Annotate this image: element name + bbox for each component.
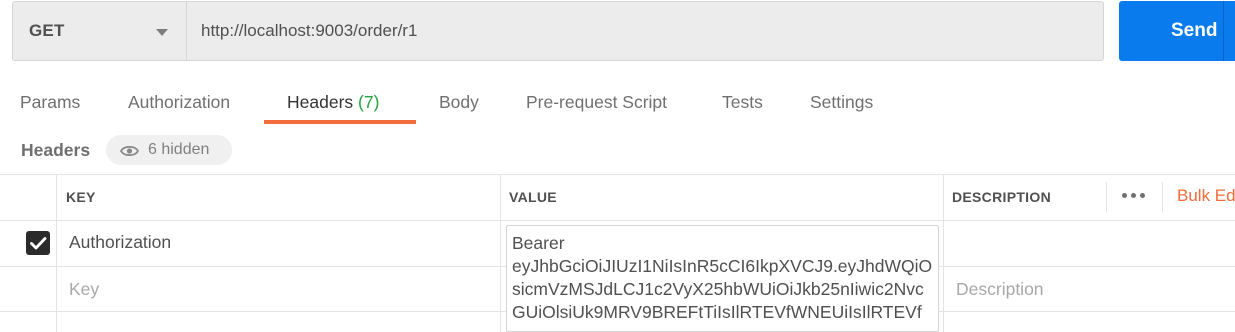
header-value-line: GUiOlsiUk9MRV9BREFtTiIsIlRTEVfWNEUiIsIlR…	[512, 302, 922, 322]
column-header-key: KEY	[66, 189, 96, 205]
column-header-value: VALUE	[509, 189, 557, 205]
table-column-divider	[56, 174, 57, 332]
hidden-headers-toggle[interactable]: 6 hidden	[106, 135, 232, 165]
tab-body[interactable]: Body	[439, 92, 479, 113]
request-tabs: Params Authorization Headers (7) Body Pr…	[0, 78, 1235, 126]
url-text: http://localhost:9003/order/r1	[201, 21, 418, 40]
column-header-description: DESCRIPTION	[952, 189, 1051, 205]
send-dropdown-divider	[1223, 1, 1224, 61]
url-input[interactable]: http://localhost:9003/order/r1	[186, 1, 1104, 61]
method-select[interactable]: GET	[12, 1, 186, 61]
active-tab-indicator	[264, 120, 416, 124]
headers-table: KEY VALUE DESCRIPTION Bulk Ed Authorizat…	[0, 174, 1235, 332]
table-column-divider	[500, 174, 501, 332]
tab-headers-label: Headers	[287, 92, 354, 112]
tab-settings[interactable]: Settings	[810, 92, 873, 113]
bulk-edit-link[interactable]: Bulk Ed	[1177, 186, 1235, 206]
header-value-line: sicmVzMSJdLCJ1c2VyX25hbWUiOiJkb25nIiwic2…	[512, 279, 924, 299]
more-options-icon[interactable]	[1122, 193, 1146, 199]
new-description-input[interactable]: Description	[956, 279, 1044, 300]
tab-tests[interactable]: Tests	[722, 92, 763, 113]
table-column-divider	[943, 174, 944, 332]
header-value-line: Bearer	[512, 233, 565, 253]
row-enabled-checkbox[interactable]	[26, 231, 50, 255]
new-key-input[interactable]: Key	[69, 279, 99, 300]
table-header-border	[0, 220, 1235, 221]
request-bar: GET http://localhost:9003/order/r1	[12, 1, 1104, 61]
hidden-headers-label: 6 hidden	[148, 141, 210, 158]
eye-icon	[119, 144, 140, 157]
tab-pre-request-script[interactable]: Pre-request Script	[526, 92, 667, 113]
send-button[interactable]: Send	[1119, 1, 1235, 61]
tab-params[interactable]: Params	[20, 92, 80, 113]
headers-section-title: Headers	[21, 140, 91, 160]
header-key-cell[interactable]: Authorization	[69, 232, 171, 253]
checkmark-icon	[30, 237, 47, 250]
table-header-divider	[1106, 182, 1107, 212]
header-value-cell[interactable]: Bearer eyJhbGciOiJIUzI1NiIsInR5cCI6IkpXV…	[506, 225, 939, 332]
tab-headers-count: (7)	[358, 92, 380, 112]
method-label: GET	[29, 21, 65, 40]
send-label: Send	[1171, 20, 1218, 41]
tab-authorization[interactable]: Authorization	[128, 92, 230, 113]
table-header-divider	[1162, 182, 1163, 212]
chevron-down-icon	[156, 29, 168, 36]
tab-headers[interactable]: Headers (7)	[287, 92, 379, 113]
table-border-top	[0, 174, 1235, 175]
header-value-line: eyJhbGciOiJIUzI1NiIsInR5cCI6IkpXVCJ9.eyJ…	[512, 256, 933, 276]
